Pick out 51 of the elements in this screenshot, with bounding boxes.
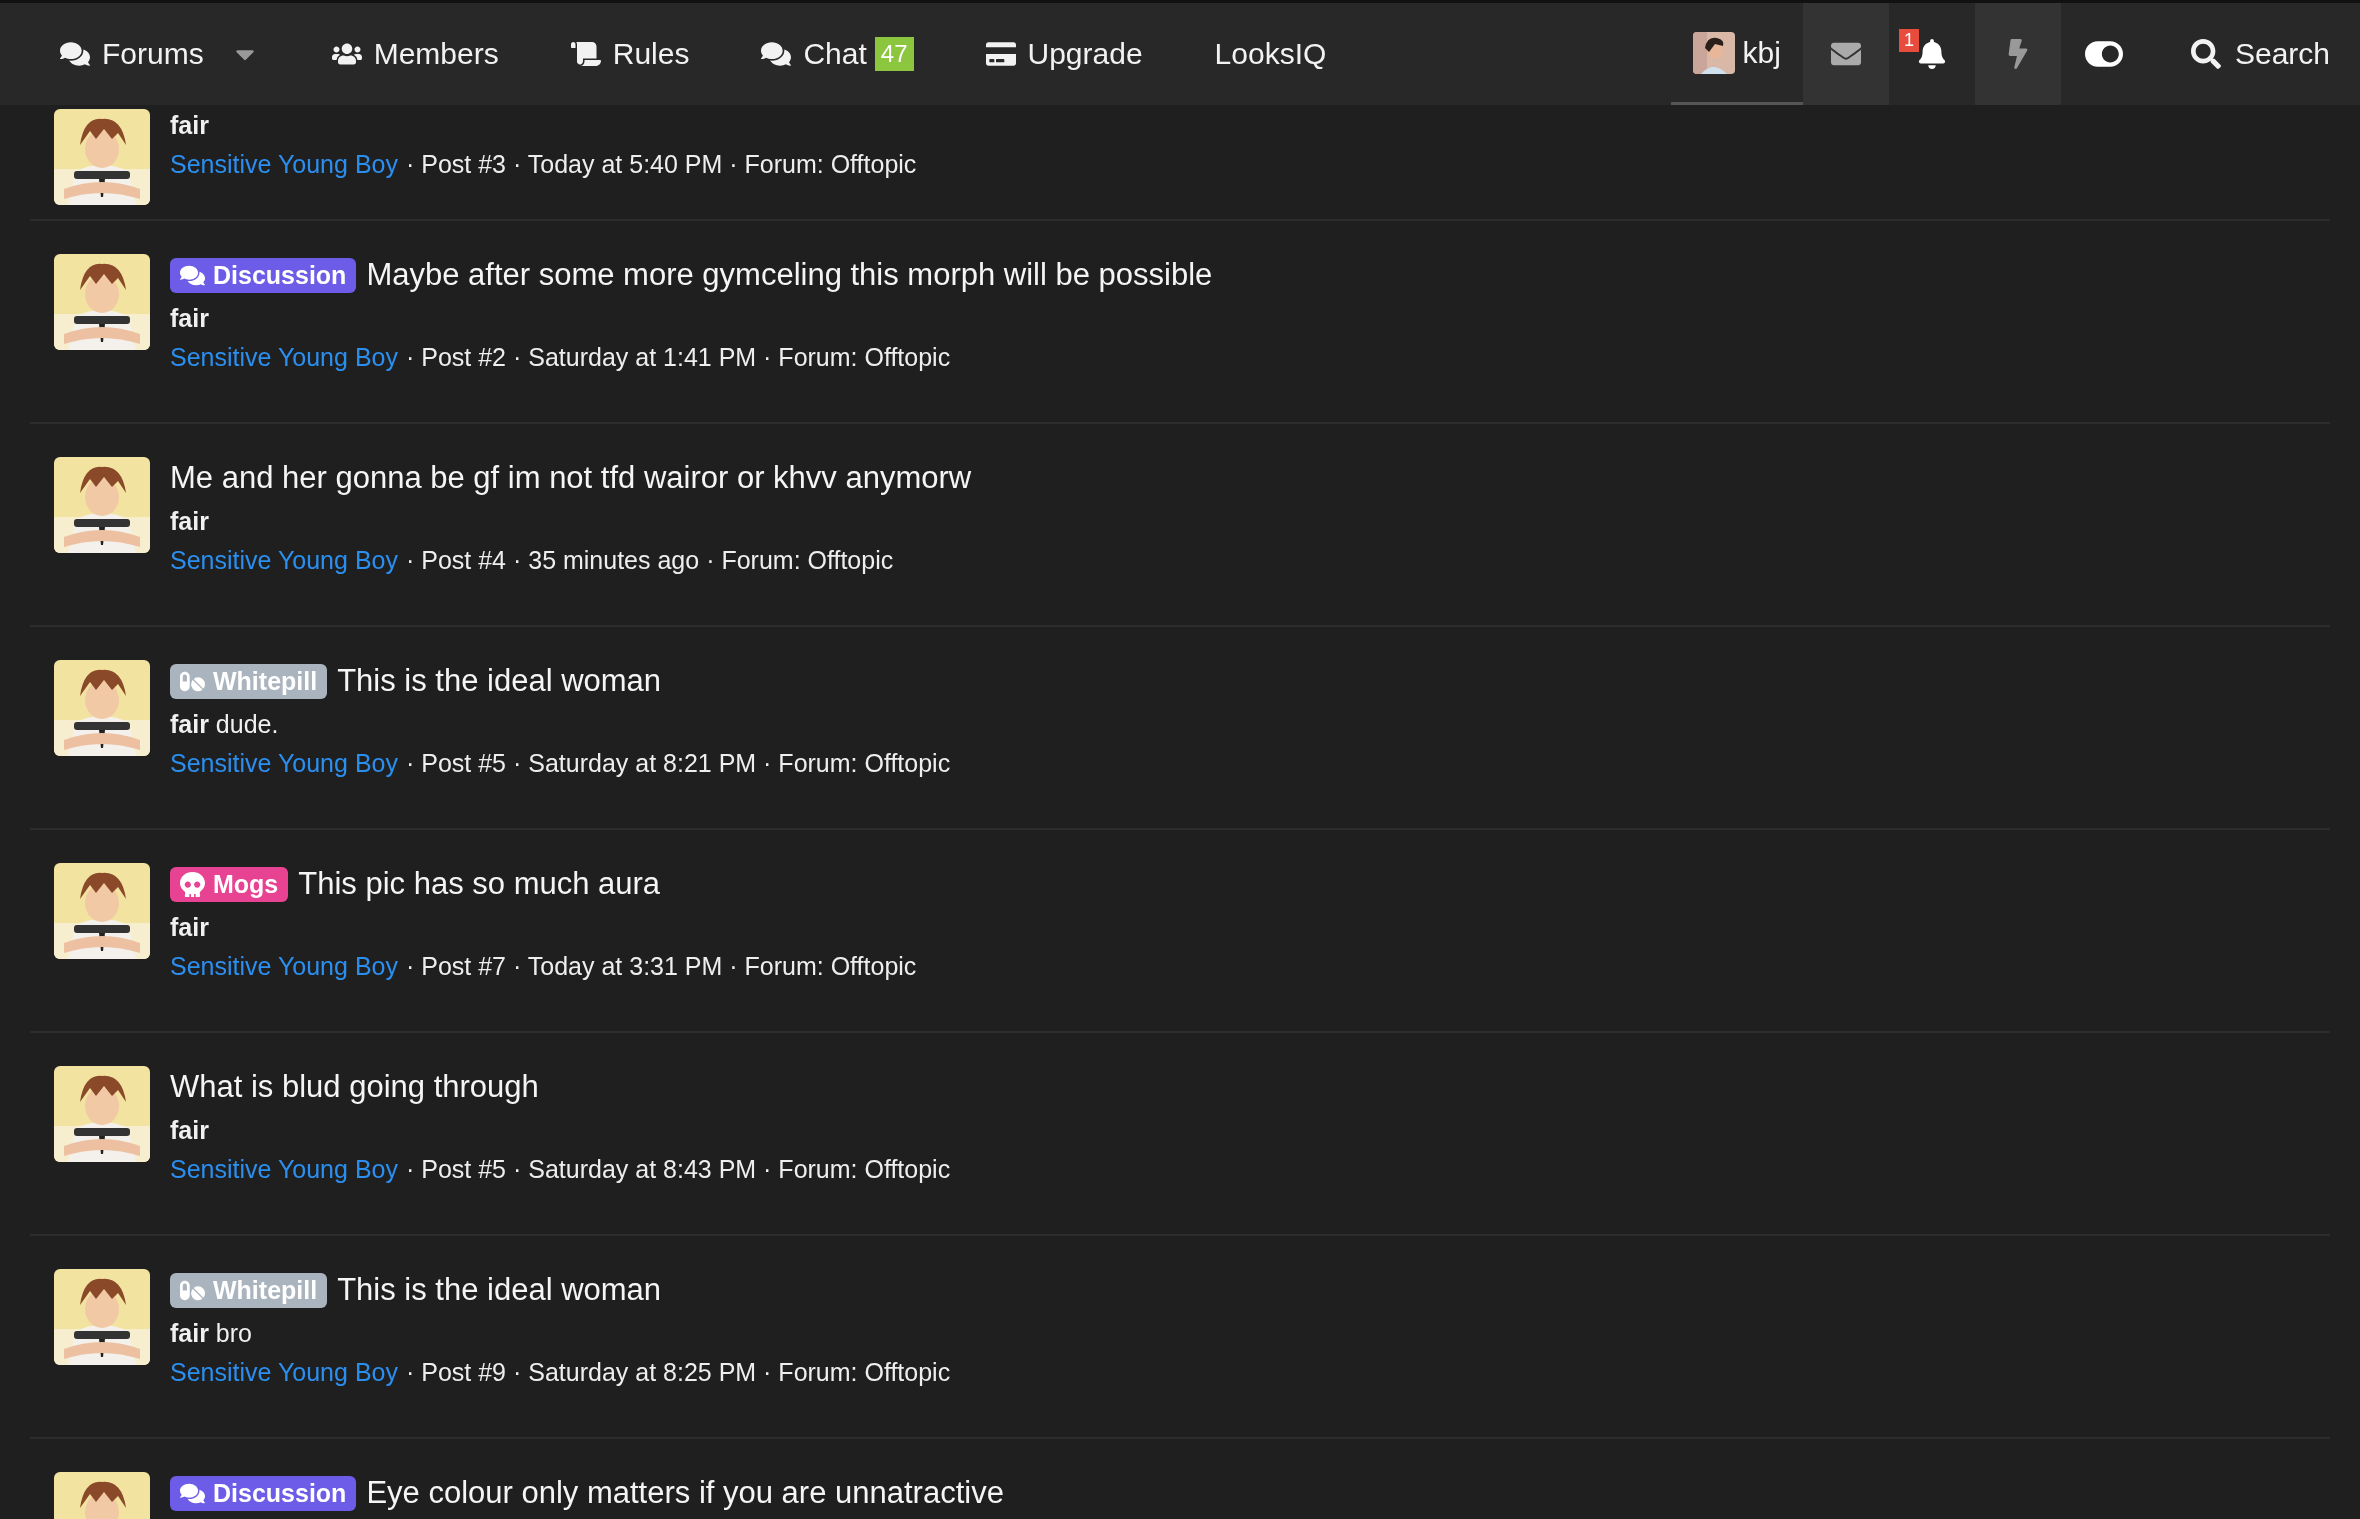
- thread-title[interactable]: What is blud going through: [170, 1069, 539, 1105]
- post-meta: · Post #7 · Today at 3:31 PM · Forum: Offtopic: [405, 951, 917, 981]
- author-link[interactable]: Sensitive Young Boy: [170, 1357, 398, 1387]
- post-snippet: fair bro: [170, 1318, 253, 1349]
- author-link[interactable]: Sensitive Young Boy: [170, 1154, 398, 1184]
- notification-badge: 1: [1898, 29, 1919, 52]
- post-meta: · Post #2 · Saturday at 1:41 PM · Forum: Offtopic: [405, 342, 951, 372]
- nav-link[interactable]: Forums: [40, 3, 280, 105]
- author-link[interactable]: Sensitive Young Boy: [170, 342, 398, 372]
- author-link[interactable]: Sensitive Young Boy: [170, 951, 398, 981]
- search-icon: [2190, 39, 2221, 69]
- post-snippet: fair dude.: [170, 709, 280, 740]
- alerts-button[interactable]: 1: [1888, 3, 1975, 105]
- chat-bubbles-icon: [60, 39, 90, 69]
- thread-prefix[interactable]: Discussion: [170, 257, 357, 293]
- thread-title[interactable]: Eye colour only matters if you are unnatractive: [366, 1475, 1004, 1511]
- post-meta: · Post #9 · Saturday at 8:25 PM · Forum: Offtopic: [405, 1357, 951, 1387]
- nav-link[interactable]: Upgrade: [965, 3, 1163, 105]
- scroll-icon: [570, 39, 601, 69]
- credit-card-icon: [985, 39, 1016, 69]
- post-meta: · Post #3 · Today at 5:40 PM · Forum: Offtopic: [405, 149, 917, 179]
- nav-link[interactable]: Rules: [550, 3, 710, 105]
- post-snippet: fair: [170, 912, 210, 943]
- author-link[interactable]: Sensitive Young Boy: [170, 149, 398, 179]
- thread-title[interactable]: Me and her gonna be gf im not tfd wairor or khvv anymorw: [170, 460, 972, 496]
- thread-title[interactable]: This is the ideal woman: [337, 663, 662, 699]
- thread-prefix[interactable]: Mogs: [170, 866, 289, 902]
- count-badge: 47: [874, 37, 914, 71]
- search-link[interactable]: Search: [2146, 3, 2360, 105]
- post-snippet: fair: [170, 1115, 210, 1146]
- nav-link[interactable]: Members: [311, 3, 519, 105]
- author-link[interactable]: Sensitive Young Boy: [170, 748, 398, 778]
- post-snippet: fair: [170, 303, 210, 334]
- nav-link[interactable]: Chat 47: [741, 3, 934, 105]
- bell-icon: [1916, 39, 1947, 69]
- thread-prefix[interactable]: Discussion: [170, 1475, 357, 1511]
- post-meta: · Post #4 · 35 minutes ago · Forum: Offtopic: [405, 545, 894, 575]
- inbox-button[interactable]: [1802, 3, 1889, 105]
- chat-bubbles-icon: [761, 39, 792, 69]
- nav-link[interactable]: LooksIQ: [1194, 3, 1347, 105]
- user-menu[interactable]: kbj: [1670, 3, 1803, 105]
- thread-title[interactable]: Maybe after some more gymceling this morph will be possible: [366, 257, 1213, 293]
- thread-title[interactable]: This pic has so much aura: [298, 866, 661, 902]
- activity-button[interactable]: [1974, 3, 2061, 105]
- post-snippet: fair: [170, 110, 210, 141]
- thread-title[interactable]: This is the ideal woman: [337, 1272, 662, 1308]
- skull-icon: [180, 871, 205, 897]
- post-meta: · Post #5 · Saturday at 8:21 PM · Forum: Offtopic: [405, 748, 951, 778]
- post-meta: · Post #5 · Saturday at 8:43 PM · Forum: Offtopic: [405, 1154, 951, 1184]
- post-snippet: fair: [170, 506, 210, 537]
- author-link[interactable]: Sensitive Young Boy: [170, 545, 398, 575]
